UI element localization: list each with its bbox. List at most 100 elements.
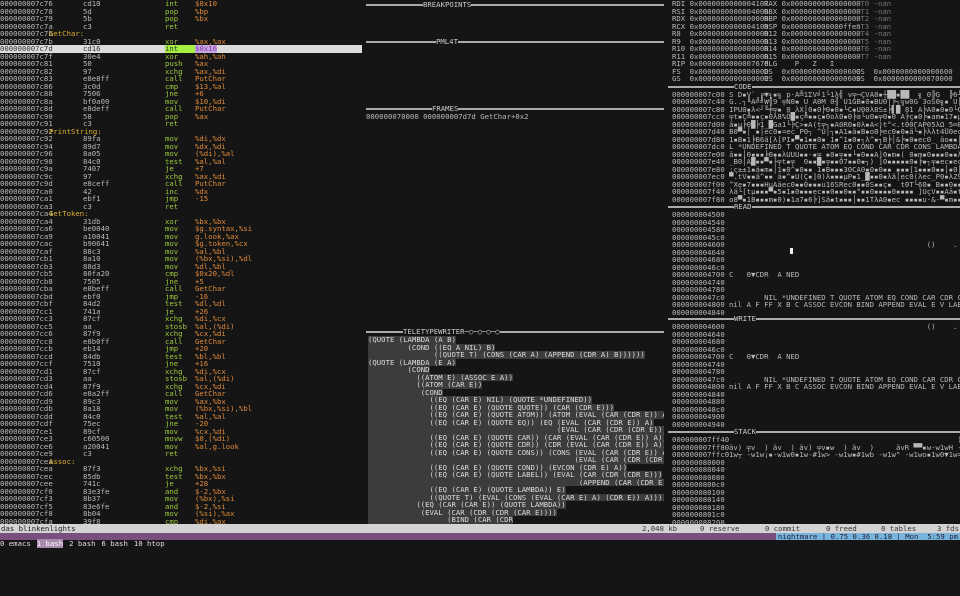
register-value: ES 0x0000000000000600 xyxy=(764,74,861,83)
frame-row[interactable]: 000000070000 000000007d7d GetChar+0x2 xyxy=(366,112,664,121)
write-memory-row: 000000004940 xyxy=(672,419,960,429)
current-instruction-row[interactable]: 000000007c7d cd16 int $0x16 xyxy=(0,45,362,53)
disassembly-row[interactable]: 000000007cd9 89c3 mov %ax,%bx xyxy=(0,397,362,406)
instruction-operands: -15 xyxy=(195,194,209,203)
disassembly-row[interactable]: 000000007cd6 e8a2ff call GetChar xyxy=(0,390,362,398)
memory-content: nil A F FF X B C ASSOC EVCON BIND APPEND… xyxy=(729,382,960,391)
disassembly-row[interactable]: 000000007cf3 8b37 mov (%bx),%si xyxy=(0,495,362,503)
teletype-line: (BIND (CAR (CDR xyxy=(368,516,664,524)
disassembly-row[interactable]: 000000007ca9 a10041 mov g.look,%ax xyxy=(0,232,362,241)
tmux-window-list: 0 emacs 1 bash 2 bash 6 bash 10 htop xyxy=(0,539,171,548)
disassembly-row[interactable]: 000000007c94 89d7 mov %dx,%di xyxy=(0,142,362,151)
disassembly-row[interactable]: 000000007cb1 8a10 mov (%bx,%si),%dl xyxy=(0,255,362,263)
disassembly-row[interactable]: 000000007cb3 88d3 mov %dl,%bl xyxy=(0,262,362,271)
frames-list: 000000070000 000000007d7d GetChar+0x2 xyxy=(366,112,664,121)
status-freed: 0 freed xyxy=(826,524,857,533)
memory-content: 1w┬ -w1w¡▪-w1w0▪1w-#1w> -w1w▪#1wb -w1w" … xyxy=(729,450,960,459)
disassembly-row[interactable]: 000000007ca4 31db xor %bx,%bx xyxy=(0,217,362,226)
disassembly-row[interactable]: 000000007c88 7506 jne +6 xyxy=(0,90,362,98)
disassembly-row[interactable]: 000000007cc8 e8b0ff call GetChar xyxy=(0,337,362,346)
teletypewriter-leds: ─○─○─○─○ xyxy=(464,327,500,336)
memory-content: nil A F FF X B C ASSOC EVCON BIND APPEND… xyxy=(729,300,960,309)
instruction-mnemonic: ret xyxy=(165,449,179,458)
tmux-window-tab[interactable]: 6 bash xyxy=(101,539,127,548)
register-value: GS 0x0000000000000000 xyxy=(672,74,769,83)
disassembly-row[interactable]: 000000007c76 cd10 int $0x10 xyxy=(0,0,362,8)
disassembly-label-row[interactable]: 000000007c92 PrintString: xyxy=(0,127,362,136)
write-memory: 000000004600 () . 000000004640 00000000468… xyxy=(672,323,960,428)
tmux-status-bar: 0 emacs 1 bash 2 bash 6 bash 10 htop nightma… xyxy=(0,532,960,548)
disassembly-row[interactable]: 000000007c86 3c0d cmp $13,%al xyxy=(0,82,362,91)
memory-content: () . xyxy=(729,322,958,331)
tmux-window-tab[interactable]: 2 bash xyxy=(69,539,95,548)
teletype-text: (BIND (CAR (CDR xyxy=(368,515,513,524)
memory-address: 000000004940 xyxy=(672,419,725,429)
status-tables: 0 tables xyxy=(881,524,917,533)
instruction-operands: %bx xyxy=(195,14,209,23)
disassembly-row[interactable]: 000000007c7b 31c0 xor %ax,%ax xyxy=(0,37,362,46)
disassembly-row[interactable]: 000000007cf0 83e3fe and $-2,%bx xyxy=(0,487,362,496)
disassembly-label-row[interactable]: 000000007c7b GetChar: xyxy=(0,30,362,38)
disassembly-row[interactable]: 000000007cee 741c je +28 xyxy=(0,480,362,488)
disassembly-row[interactable]: 000000007ca0 42 inc %dx xyxy=(0,187,362,196)
instruction-operands: %al,g.look xyxy=(195,441,239,451)
disassembly-row[interactable]: 000000007cdf 75ec jne -20 xyxy=(0,420,362,428)
disassembly-row[interactable]: 000000007cdd 84c0 test %al,%al xyxy=(0,412,362,421)
disassembly-row[interactable]: 000000007c90 58 pop %ax xyxy=(0,111,362,121)
disassembly-row[interactable]: 000000007ce6 a20041 mov %al,g.look xyxy=(0,441,362,451)
teletypewriter-output[interactable]: (QUOTE (LAMBDA (A B) (COND ((EQ A NIL) B… xyxy=(368,336,664,524)
status-reserve: 0 reserve xyxy=(700,524,740,533)
disassembly-row[interactable]: 000000007cf5 83e6fe and $-2,%si xyxy=(0,502,362,511)
instruction-mnemonic: ret xyxy=(165,119,179,128)
instruction-bytes: c3 xyxy=(83,21,92,31)
disassembly-row[interactable]: 000000007cba e8beff call GetChar xyxy=(0,285,362,293)
register-value: ST7 -nan xyxy=(856,51,892,61)
disassembly-label-row[interactable]: 000000007ca4 GetToken: xyxy=(0,210,362,218)
pml4t-header: PML4T xyxy=(366,38,664,46)
disassembly-row[interactable]: 000000007c79 5b pop %bx xyxy=(0,15,362,23)
breakpoints-header: BREAKPOINTS xyxy=(366,1,664,9)
register-row: GS 0x0000000000000000 ES 0x00000000000006… xyxy=(672,75,960,83)
disassembly-row[interactable]: 000000007cb5 80fa20 cmp $0x20,%dl xyxy=(0,270,362,278)
code-dump-row: 000000007f80 o8▀▪1B▪▪▪m▪0)▪1a7▪6╞]Sä▪t▪▪… xyxy=(672,194,960,204)
instruction-bytes: c3 xyxy=(83,449,92,458)
disassembly-row[interactable]: 000000007c8d e8deff call PutChar xyxy=(0,105,362,113)
disassembly-row[interactable]: 000000007cac b90641 mov $g.token,%cx xyxy=(0,240,362,248)
disassembly-row[interactable]: 000000007cf8 8b04 mov (%si),%ax xyxy=(0,510,362,518)
stack-memory: 000000007ff40 ) äv ) äv )000000007ff80äv… xyxy=(672,436,960,524)
instruction-mnemonic: ret xyxy=(165,201,179,211)
memory-content: () . xyxy=(729,240,958,249)
disassembly-row[interactable]: 000000007c9d e8ceff call PutChar xyxy=(0,180,362,188)
breakpoints-title: BREAKPOINTS xyxy=(423,0,472,9)
disassembly-row[interactable]: 000000007cec 85db test %bx,%bx xyxy=(0,472,362,481)
disassembly-row[interactable]: 000000007c83 e8e8ff call PutChar xyxy=(0,75,362,83)
disassembly-row[interactable]: 000000007cbf 84d2 test %dl,%dl xyxy=(0,300,362,308)
tmux-host-load-clock: nightmare | 0.75 0.36 0.18 | Mon 5:59 pm xyxy=(775,532,960,541)
disassembly-row[interactable]: 000000007c98 84c0 test %al,%al xyxy=(0,157,362,166)
instruction-operands: %ax xyxy=(195,111,209,121)
cursor-block xyxy=(790,248,793,254)
disassembly-row[interactable]: 000000007ca6 be0040 mov $g.syntax,%si xyxy=(0,225,362,233)
disassembly-row[interactable]: 000000007ccd 84db test %bl,%bl xyxy=(0,352,362,361)
memory-content: C 0▼CDR A NED xyxy=(729,270,800,279)
read-title: READ xyxy=(734,202,752,211)
status-title: das blinkenlights xyxy=(1,524,78,533)
disassembly-row[interactable]: 000000007caf 88c3 mov %al,%bl xyxy=(0,247,362,256)
disassembly-row[interactable]: 000000007c78 5d pop %bp xyxy=(0,7,362,16)
disassembly-row[interactable]: 000000007c92 89fa mov %di,%dx xyxy=(0,135,362,143)
disassembly-row[interactable]: 000000007ca1 ebf1 jmp -15 xyxy=(0,195,362,203)
status-bar: das blinkenlights 2,048 kb 0 reserve 0 c… xyxy=(0,524,960,533)
read-memory: 000000004500 000000004540 000000004580 0000… xyxy=(672,211,960,316)
tmux-window-tab[interactable]: 1 bash xyxy=(36,539,64,548)
instruction-mnemonic: ret xyxy=(165,21,179,31)
disassembly-row[interactable]: 000000007ce3 c60500 movw $0,(%di) xyxy=(0,435,362,443)
registers: RDI 0x0000000000004107 RAX 0x000000000000… xyxy=(672,0,960,83)
status-commit: 0 commit xyxy=(765,524,801,533)
right-pane: RDI 0x0000000000004107 RAX 0x000000000000… xyxy=(668,0,960,524)
register-value: SS 0x0000000000070000 xyxy=(856,74,953,83)
tmux-window-tab[interactable]: 10 htop xyxy=(134,539,165,548)
code-dump: 000000007c00 S D▪V` ╔▼╕▪╗ p·A╩1ΣV╛1└1λ╣ … xyxy=(672,90,960,204)
status-memory: 2,048 kb xyxy=(642,524,678,533)
middle-pane: BREAKPOINTS PML4T FRAMES 000000070000 00… xyxy=(366,0,664,524)
disassembly-pane[interactable]: 000000007c76 cd10 int $0x10 000000007c78 5d po… xyxy=(0,0,362,524)
